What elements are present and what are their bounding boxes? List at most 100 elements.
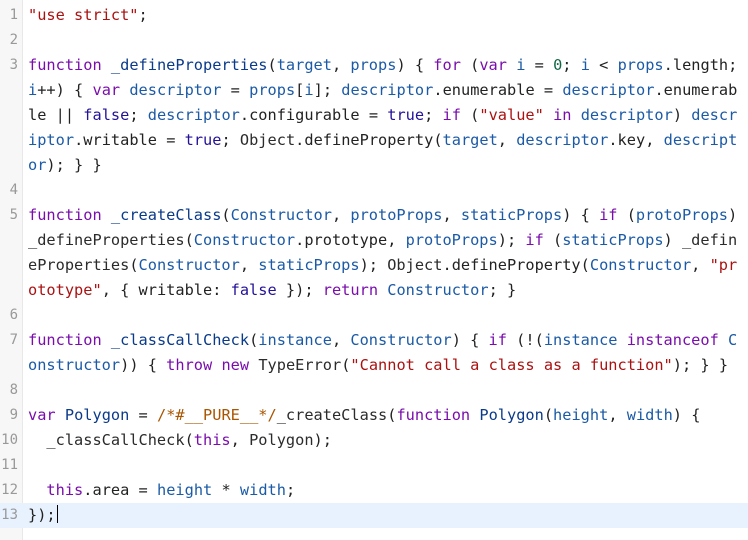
- code-token: protoProps: [635, 206, 729, 224]
- code-token: height: [553, 406, 609, 424]
- code-line[interactable]: 11: [0, 453, 748, 478]
- code-token: staticProps: [460, 206, 563, 224]
- code-token: _defineProperties: [110, 56, 268, 74]
- line-code[interactable]: var Polygon = /*#__PURE__*/_createClass (…: [28, 403, 744, 428]
- code-token: ,: [239, 256, 259, 274]
- code-line[interactable]: 3 function _defineProperties(target, prop…: [0, 53, 748, 178]
- code-token: descriptor: [516, 131, 609, 149]
- code-token: (: [617, 206, 636, 224]
- code-token: .: [239, 106, 250, 124]
- code-token: (: [543, 406, 554, 424]
- code-token: ,: [331, 56, 351, 74]
- code-token: function: [28, 56, 102, 74]
- code-token: function: [28, 331, 102, 349]
- code-token: (: [184, 231, 194, 249]
- line-code[interactable]: _classCallCheck(this, Polygon);: [28, 428, 744, 453]
- code-token: :: [212, 281, 231, 299]
- code-token: ||: [55, 106, 75, 124]
- code-token: =: [230, 81, 240, 99]
- line-number: 3: [9, 57, 18, 73]
- code-token: Constructor: [350, 331, 452, 349]
- code-token: for: [433, 56, 461, 74]
- code-token: var: [28, 406, 56, 424]
- code-line[interactable]: 6: [0, 303, 748, 328]
- code-token: .: [295, 131, 305, 149]
- code-token: =: [543, 81, 554, 99]
- code-token: Constructor: [589, 256, 692, 274]
- code-token: ++: [37, 81, 56, 99]
- code-token: .: [442, 256, 452, 274]
- code-token: =: [368, 106, 379, 124]
- line-code[interactable]: });: [28, 503, 744, 528]
- line-code[interactable]: function _classCallCheck(instance, Const…: [28, 328, 744, 378]
- line-number: 2: [9, 32, 18, 48]
- code-token: "value": [479, 106, 544, 124]
- line-number: 1: [9, 7, 18, 23]
- code-token: Constructor: [230, 206, 332, 224]
- code-token: , {: [101, 281, 139, 299]
- code-token: =: [534, 56, 544, 74]
- code-token: this: [193, 431, 231, 449]
- code-token: instanceof: [626, 331, 719, 349]
- code-token: Object: [387, 256, 443, 274]
- code-token: instance: [258, 331, 332, 349]
- code-token: ;: [221, 131, 240, 149]
- code-line[interactable]: 1 "use strict";: [0, 3, 748, 28]
- code-token: this: [46, 481, 84, 499]
- code-token: ,: [608, 406, 627, 424]
- code-line[interactable]: 7 function _classCallCheck(instance, Cons…: [0, 328, 748, 378]
- line-number: 13: [1, 507, 18, 523]
- code-token: area: [92, 481, 130, 499]
- code-token: (: [433, 131, 443, 149]
- line-code[interactable]: "use strict";: [28, 3, 744, 28]
- line-code[interactable]: this.area = height * width;: [28, 478, 744, 503]
- code-token: ; }: [488, 281, 517, 299]
- code-line[interactable]: 13});: [0, 503, 748, 528]
- code-token: props: [617, 56, 664, 74]
- line-code[interactable]: function _defineProperties(target, props…: [28, 53, 744, 178]
- code-token: descriptor: [341, 81, 434, 99]
- code-token: .: [74, 131, 84, 149]
- code-token: var: [479, 56, 507, 74]
- text-cursor: [56, 505, 58, 523]
- code-editor[interactable]: 1 "use strict"; 2 3 function _defineProperti…: [0, 0, 748, 540]
- code-token: configurable: [249, 106, 360, 124]
- code-token: length: [672, 56, 729, 74]
- code-line[interactable]: 10 _classCallCheck(this, Polygon);: [0, 428, 748, 453]
- code-token: "use strict": [28, 6, 139, 24]
- code-token: ;: [424, 106, 443, 124]
- code-token: );: [313, 431, 332, 449]
- code-token: });: [28, 506, 56, 524]
- code-token: .: [433, 81, 443, 99]
- code-token: .: [608, 131, 618, 149]
- code-line[interactable]: 9 var Polygon = /*#__PURE__*/_createClass…: [0, 403, 748, 428]
- code-token: true: [184, 131, 222, 149]
- code-token: _defineProperties: [28, 231, 185, 249]
- line-number: 7: [9, 332, 18, 348]
- code-line[interactable]: 4: [0, 178, 748, 203]
- code-line[interactable]: 2: [0, 28, 748, 53]
- code-token: var: [92, 81, 121, 99]
- line-code[interactable]: function _createClass(Constructor, proto…: [28, 203, 744, 303]
- code-token: .: [654, 81, 664, 99]
- code-token: descriptor: [147, 106, 240, 124]
- code-line[interactable]: 12 this.area = height * width;: [0, 478, 748, 503]
- line-number: 10: [1, 432, 18, 448]
- code-token: if: [442, 106, 461, 124]
- code-line[interactable]: 8: [0, 378, 748, 403]
- code-token: )) {: [120, 356, 167, 374]
- code-token: =: [138, 406, 148, 424]
- code-line[interactable]: 5 function _createClass(Constructor, prot…: [0, 203, 748, 303]
